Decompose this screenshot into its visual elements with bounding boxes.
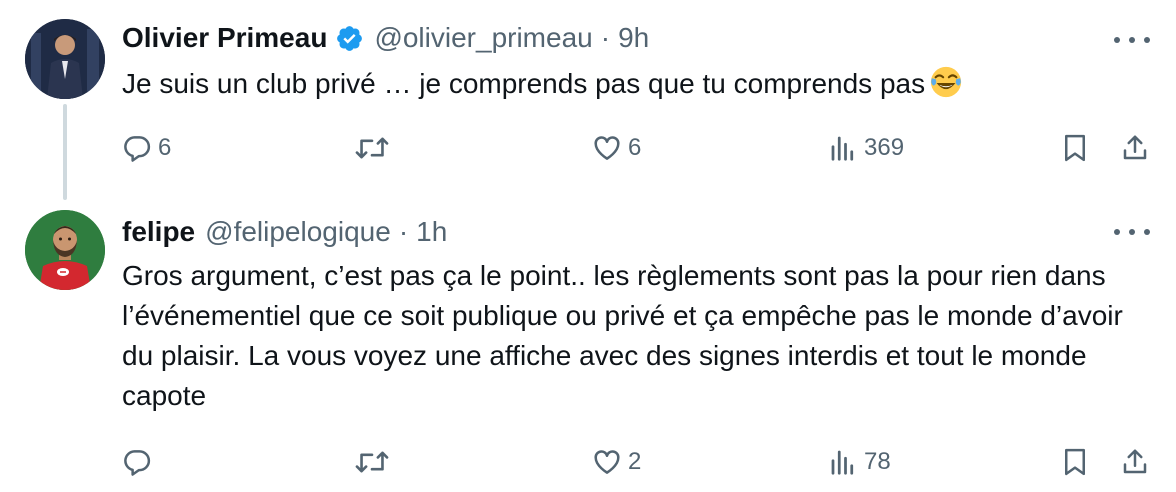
reply-icon [124, 450, 151, 476]
views-button[interactable]: 78 [828, 442, 891, 482]
avatar[interactable] [25, 19, 105, 99]
share-icon [1123, 135, 1147, 160]
avatar[interactable] [25, 210, 105, 290]
avatar-image [25, 19, 105, 99]
views-icon [831, 450, 854, 475]
display-name[interactable]: felipe [122, 216, 195, 248]
tweet-text-content: Je suis un club privé … je comprends pas… [122, 68, 926, 99]
tweet-text: Je suis un club privé … je comprends pas… [122, 64, 1152, 104]
face-with-tears-of-joy-icon [929, 65, 963, 99]
handle[interactable]: @olivier_primeau [374, 22, 592, 54]
bookmark-button[interactable] [1060, 442, 1090, 482]
reply-icon [124, 136, 151, 162]
like-icon [594, 450, 620, 474]
like-button[interactable]: 2 [592, 442, 641, 482]
views-button[interactable]: 369 [828, 128, 904, 168]
views-icon [831, 136, 854, 161]
share-button[interactable] [1120, 442, 1150, 482]
tweet-header: Olivier Primeau @olivier_primeau · 9h [122, 20, 649, 56]
tweet-2[interactable]: felipe @felipelogique · 1h Gros argument… [0, 196, 1176, 492]
more-icon[interactable] [1114, 30, 1150, 50]
timestamp[interactable]: 1h [416, 216, 447, 248]
verified-badge-icon[interactable] [335, 24, 364, 53]
tweet-1[interactable]: Olivier Primeau @olivier_primeau · 9h Je… [0, 0, 1176, 196]
reply-count: 6 [158, 134, 172, 161]
retweet-icon [355, 137, 389, 159]
bookmark-icon [1065, 448, 1085, 476]
share-icon [1123, 449, 1147, 474]
tweet-text: Gros argument, c’est pas ça le point.. l… [122, 256, 1152, 416]
timestamp[interactable]: 9h [618, 22, 649, 54]
share-button[interactable] [1120, 128, 1150, 168]
tweet-text-content: Gros argument, c’est pas ça le point.. l… [122, 260, 1123, 411]
like-icon [594, 136, 620, 160]
views-count: 78 [864, 448, 891, 475]
separator-dot: · [398, 216, 409, 247]
tweet-header: felipe @felipelogique · 1h [122, 214, 447, 250]
reply-button[interactable]: 6 [122, 128, 171, 168]
display-name[interactable]: Olivier Primeau [122, 22, 327, 54]
reply-button[interactable] [122, 442, 158, 482]
like-count: 2 [628, 448, 642, 475]
more-icon[interactable] [1114, 222, 1150, 242]
tweet-actions: 2 78 [0, 442, 1176, 482]
like-button[interactable]: 6 [592, 128, 641, 168]
handle[interactable]: @felipelogique [205, 216, 391, 248]
like-count: 6 [628, 134, 642, 161]
tweet-actions: 6 6 369 [0, 128, 1176, 168]
retweet-button[interactable] [355, 128, 395, 168]
avatar-image [25, 210, 105, 290]
views-count: 369 [864, 134, 905, 161]
bookmark-icon [1065, 134, 1085, 162]
bookmark-button[interactable] [1060, 128, 1090, 168]
retweet-icon [355, 451, 389, 473]
separator-dot: · [600, 22, 611, 53]
retweet-button[interactable] [355, 442, 395, 482]
